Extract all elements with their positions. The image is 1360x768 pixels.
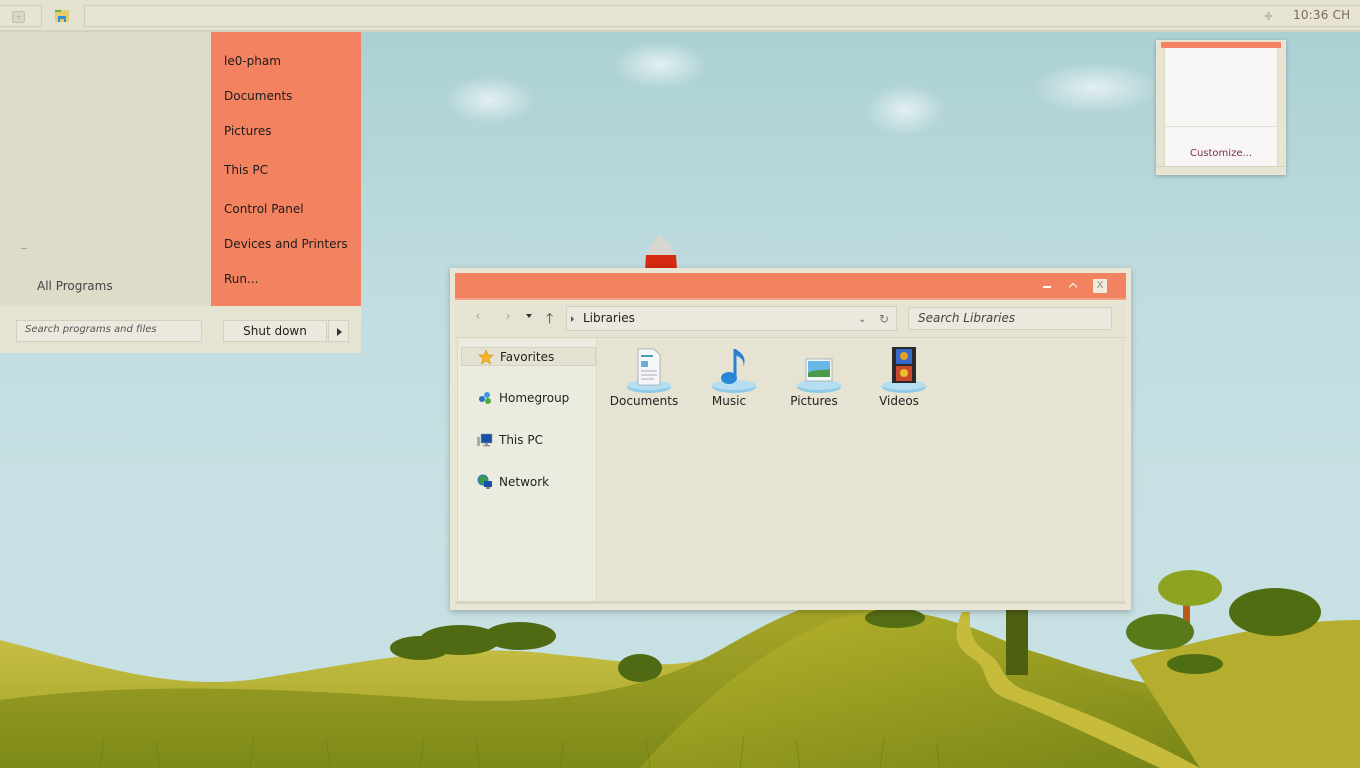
nav-item-this-pc[interactable]: This PC [461, 431, 596, 450]
navigation-bar: ‹ › 🡑 Libraries ⌄ ↻ Search Libraries [455, 302, 1126, 338]
nav-item-label: This PC [499, 433, 543, 447]
folder-icon [55, 10, 69, 22]
nav-item-network[interactable]: Network [461, 473, 596, 492]
all-programs-link[interactable]: All Programs [37, 279, 113, 293]
taskbar: + ✚ 10:36 CH [0, 0, 1360, 32]
nav-item-homegroup[interactable]: Homegroup [461, 389, 596, 408]
shutdown-button[interactable]: Shut down [223, 320, 327, 342]
start-item-documents[interactable]: Documents [224, 89, 292, 103]
start-search-input[interactable]: Search programs and files [16, 320, 202, 342]
taskbar-file-explorer[interactable] [54, 8, 70, 24]
library-label: Music [711, 394, 747, 408]
status-bar [455, 601, 1126, 604]
start-item-run[interactable]: Run... [224, 272, 258, 286]
library-pictures[interactable]: Pictures [774, 345, 854, 411]
nav-item-label: Favorites [500, 350, 555, 364]
videos-library-icon [882, 347, 926, 393]
nav-item-favorites[interactable]: Favorites [461, 347, 596, 366]
library-label: Pictures [790, 394, 838, 408]
homegroup-icon [479, 392, 491, 404]
computer-icon [477, 433, 493, 447]
close-icon: X [1096, 280, 1104, 291]
address-bar[interactable]: Libraries ⌄ ↻ [566, 306, 897, 331]
nav-item-label: Network [499, 475, 550, 489]
plus-icon[interactable]: ✚ [1264, 10, 1273, 23]
start-item-devices-printers[interactable]: Devices and Printers [224, 237, 348, 251]
close-button[interactable]: X [1093, 279, 1107, 293]
back-button[interactable]: ‹ [471, 309, 485, 323]
start-menu: All Programs le0-pham Documents Pictures… [0, 32, 361, 353]
breadcrumb[interactable]: Libraries [583, 311, 635, 325]
clouds [444, 41, 1159, 136]
separator [21, 248, 27, 249]
clock[interactable]: 10:36 CH [1293, 8, 1350, 22]
library-documents[interactable]: Documents [604, 345, 684, 411]
network-icon [477, 474, 492, 489]
refresh-button[interactable]: ↻ [879, 312, 889, 326]
music-library-icon [712, 349, 756, 393]
start-item-user[interactable]: le0-pham [224, 54, 281, 68]
shutdown-options-button[interactable] [328, 320, 349, 342]
start-button[interactable]: + [0, 5, 42, 27]
forward-button[interactable]: › [501, 309, 515, 323]
divider [1165, 126, 1277, 127]
start-item-pictures[interactable]: Pictures [224, 124, 272, 138]
divider [1156, 166, 1286, 167]
customize-link[interactable]: Customize... [1165, 148, 1277, 159]
up-button[interactable]: 🡑 [546, 308, 553, 332]
nav-item-label: Homegroup [499, 391, 570, 405]
documents-library-icon [627, 348, 671, 393]
start-icon: + [12, 11, 25, 23]
library-label: Videos [879, 394, 919, 408]
start-menu-places-pane: le0-pham Documents Pictures This PC Cont… [211, 32, 361, 306]
start-item-this-pc[interactable]: This PC [224, 163, 268, 177]
minimize-button[interactable] [1040, 279, 1054, 293]
pictures-library-icon [797, 358, 841, 393]
recent-locations-button[interactable] [526, 314, 532, 318]
rocket [645, 234, 677, 270]
notification-area-popup: Customize... [1156, 40, 1286, 175]
star-icon [478, 349, 494, 365]
library-label: Documents [609, 394, 679, 408]
address-dropdown-button[interactable]: ⌄ [858, 314, 866, 325]
explorer-window: X ‹ › 🡑 Libraries ⌄ ↻ Search Libraries F… [450, 268, 1131, 610]
library-music[interactable]: Music [689, 345, 769, 411]
breadcrumb-arrow-icon[interactable] [571, 316, 574, 322]
content-pane: Documents Music Pictures Videos [598, 339, 1124, 601]
navigation-pane: Favorites Homegroup This PC Network [457, 339, 597, 601]
maximize-button[interactable] [1066, 279, 1080, 293]
search-input[interactable]: Search Libraries [908, 307, 1112, 330]
library-videos[interactable]: Videos [859, 345, 939, 411]
popup-body: Customize... [1164, 48, 1278, 166]
title-bar[interactable]: X [455, 273, 1126, 300]
start-item-control-panel[interactable]: Control Panel [224, 202, 304, 216]
start-menu-programs-pane: All Programs [0, 32, 211, 306]
taskbar-band [84, 5, 1360, 27]
